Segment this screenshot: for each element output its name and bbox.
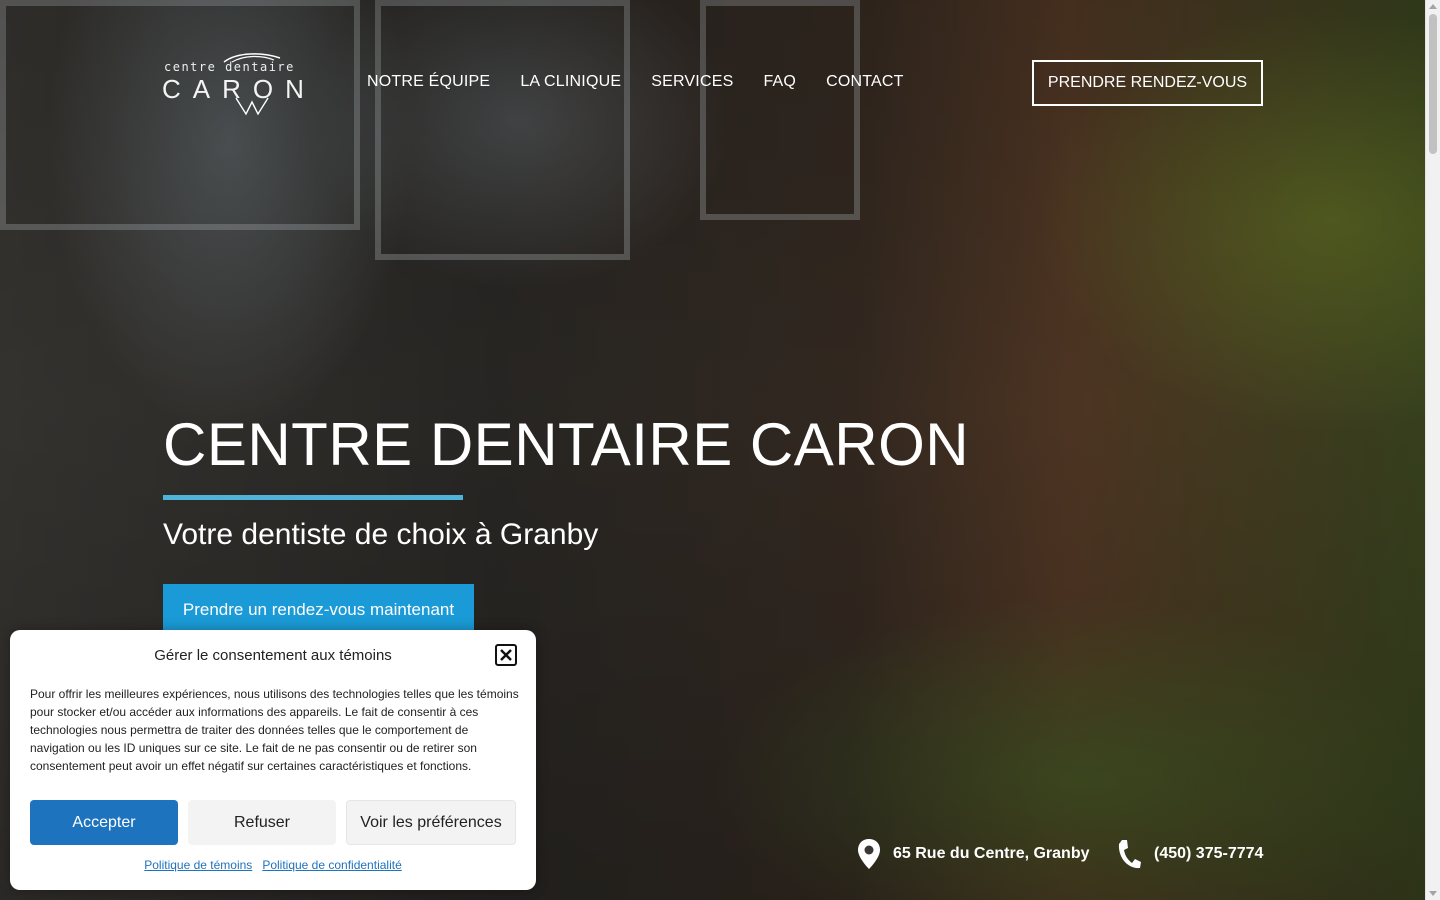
address-text: 65 Rue du Centre, Granby: [893, 845, 1090, 862]
close-icon[interactable]: [495, 644, 517, 666]
phone-icon: [1118, 840, 1141, 869]
phone-info[interactable]: (450) 375-7774: [1116, 838, 1263, 870]
consent-description: Pour offrir les meilleures expériences, …: [30, 687, 519, 773]
page-scrollbar[interactable]: [1425, 0, 1440, 900]
accept-button[interactable]: Accepter: [30, 800, 178, 845]
main-nav: NOTRE ÉQUIPE LA CLINIQUE SERVICES FAQ CO…: [367, 73, 904, 91]
hero-accent-rule: [163, 495, 463, 500]
nav-item-services[interactable]: SERVICES: [651, 73, 733, 91]
scrollbar-thumb[interactable]: [1429, 14, 1437, 154]
close-x-icon: [500, 649, 512, 661]
nav-item-faq[interactable]: FAQ: [763, 73, 796, 91]
cookie-consent-dialog: Gérer le consentement aux témoins Pour o…: [10, 630, 536, 890]
tooth-icon: [235, 97, 269, 116]
scroll-up-arrow-icon[interactable]: [1429, 4, 1437, 9]
privacy-policy-link[interactable]: Politique de confidentialité: [262, 858, 401, 872]
nav-item-notre-equipe[interactable]: NOTRE ÉQUIPE: [367, 73, 490, 91]
nav-item-la-clinique[interactable]: LA CLINIQUE: [520, 73, 621, 91]
logo-small-text: centre dentaire: [164, 60, 295, 74]
consent-title: Gérer le consentement aux témoins: [154, 647, 392, 664]
site-logo[interactable]: centre dentaire CARON: [162, 50, 340, 116]
scroll-down-arrow-icon[interactable]: [1429, 891, 1437, 896]
book-now-button[interactable]: Prendre un rendez-vous maintenant: [163, 584, 474, 636]
hero-subtitle: Votre dentiste de choix à Granby: [163, 518, 599, 551]
consent-policy-links: Politique de témoins Politique de confid…: [10, 858, 536, 872]
hero-title: CENTRE DENTAIRE CARON: [163, 411, 970, 478]
refuse-button[interactable]: Refuser: [188, 800, 336, 845]
map-pin-icon: [858, 839, 880, 869]
phone-text: (450) 375-7774: [1154, 845, 1264, 862]
book-appointment-button[interactable]: PRENDRE RENDEZ-VOUS: [1032, 60, 1263, 106]
view-preferences-button[interactable]: Voir les préférences: [346, 800, 516, 845]
address-info[interactable]: 65 Rue du Centre, Granby: [857, 838, 1090, 870]
nav-item-contact[interactable]: CONTACT: [826, 73, 904, 91]
cookie-policy-link[interactable]: Politique de témoins: [144, 858, 252, 872]
